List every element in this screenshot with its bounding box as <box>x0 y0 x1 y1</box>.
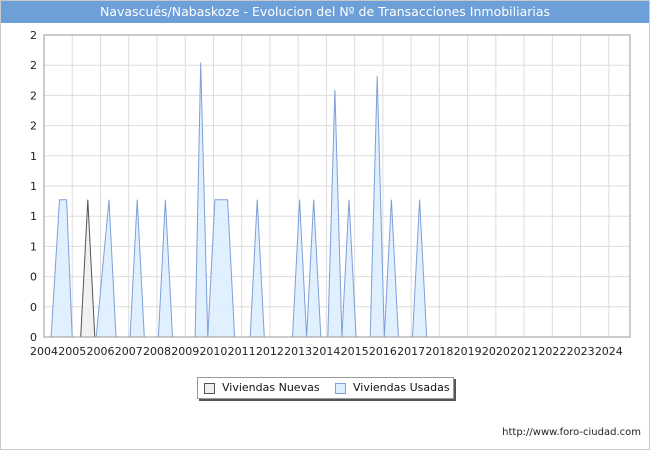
y-tick-label: 0 <box>30 301 37 314</box>
x-tick-label: 2006 <box>86 345 114 358</box>
y-tick-label: 0 <box>30 331 37 344</box>
y-tick-label: 2 <box>30 29 37 42</box>
y-tick-label: 0 <box>30 271 37 284</box>
x-tick-label: 2022 <box>538 345 566 358</box>
x-tick-label: 2021 <box>510 345 538 358</box>
y-tick-label: 1 <box>30 180 37 193</box>
y-tick-label: 2 <box>30 89 37 102</box>
x-tick-label: 2011 <box>228 345 256 358</box>
chart-legend: Viviendas Nuevas Viviendas Usadas <box>197 377 454 399</box>
x-tick-label: 2004 <box>30 345 58 358</box>
x-tick-label: 2010 <box>199 345 227 358</box>
legend-label-nuevas: Viviendas Nuevas <box>222 381 320 394</box>
legend-label-usadas: Viviendas Usadas <box>353 381 450 394</box>
x-tick-label: 2014 <box>312 345 340 358</box>
y-tick-label: 2 <box>30 59 37 72</box>
y-tick-label: 2 <box>30 120 37 133</box>
x-tick-label: 2015 <box>341 345 369 358</box>
y-tick-label: 1 <box>30 210 37 223</box>
legend-swatch-usadas <box>335 383 346 394</box>
x-tick-label: 2012 <box>256 345 284 358</box>
x-tick-label: 2008 <box>143 345 171 358</box>
x-tick-label: 2009 <box>171 345 199 358</box>
footer-url[interactable]: http://www.foro-ciudad.com <box>502 427 641 438</box>
legend-swatch-nuevas <box>204 383 215 394</box>
y-tick-label: 1 <box>30 240 37 253</box>
x-tick-label: 2018 <box>425 345 453 358</box>
x-tick-label: 2017 <box>397 345 425 358</box>
x-tick-label: 2016 <box>369 345 397 358</box>
x-tick-label: 2019 <box>454 345 482 358</box>
x-tick-label: 2007 <box>115 345 143 358</box>
x-tick-label: 2020 <box>482 345 510 358</box>
x-tick-label: 2023 <box>567 345 595 358</box>
y-tick-label: 1 <box>30 150 37 163</box>
x-tick-label: 2024 <box>595 345 623 358</box>
x-tick-label: 2013 <box>284 345 312 358</box>
x-tick-label: 2005 <box>58 345 86 358</box>
